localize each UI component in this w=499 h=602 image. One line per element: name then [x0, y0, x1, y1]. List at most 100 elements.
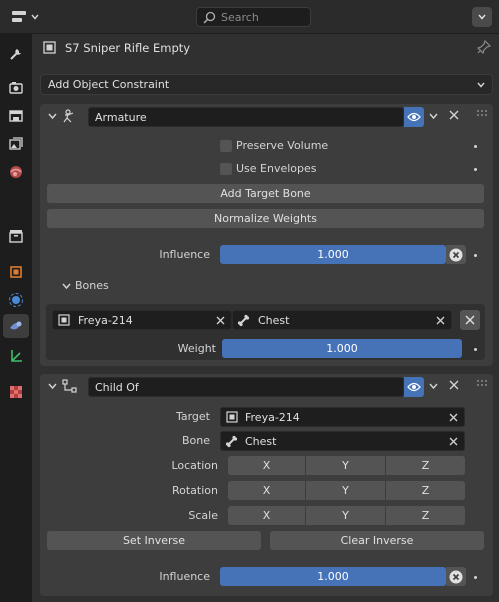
- collection-icon: [8, 228, 24, 244]
- bone-field[interactable]: Chest: [220, 431, 465, 451]
- rotation-x-toggle[interactable]: X: [228, 481, 305, 500]
- search-input[interactable]: Search: [196, 7, 311, 27]
- scale-z-toggle[interactable]: Z: [386, 506, 465, 525]
- set-inverse-button[interactable]: Set Inverse: [47, 531, 261, 550]
- clear-close-icon[interactable]: [216, 316, 225, 325]
- render-icon: [8, 80, 24, 96]
- clear-close-icon[interactable]: [449, 413, 458, 422]
- target-field[interactable]: Freya-214: [220, 407, 465, 427]
- eye-icon: [407, 382, 421, 392]
- influence-slider[interactable]: 1.000: [220, 245, 446, 264]
- clear-close-icon[interactable]: [449, 437, 458, 446]
- options-dropdown[interactable]: [472, 7, 492, 27]
- physics-icon: [8, 292, 24, 308]
- scale-y-toggle[interactable]: Y: [306, 506, 385, 525]
- location-label: Location: [171, 459, 218, 472]
- properties-header: Search: [0, 0, 499, 34]
- tab-view-layer[interactable]: [3, 132, 29, 156]
- weight-slider[interactable]: 1.000: [222, 339, 462, 358]
- location-y-toggle[interactable]: Y: [306, 456, 385, 475]
- object-icon: [8, 264, 24, 280]
- add-target-bone-button[interactable]: Add Target Bone: [47, 184, 484, 203]
- keyframe-dot[interactable]: [474, 254, 477, 257]
- armature-constraint-icon: [62, 109, 78, 123]
- toggle-visibility-button[interactable]: [404, 107, 424, 127]
- use-envelopes-label: Use Envelopes: [236, 162, 317, 175]
- rotation-label: Rotation: [171, 484, 218, 497]
- location-x-toggle[interactable]: X: [228, 456, 305, 475]
- tab-object-constraint[interactable]: [3, 314, 29, 338]
- search-icon: [203, 11, 216, 24]
- influence-slider[interactable]: 1.000: [220, 567, 446, 586]
- chevron-down-icon: [478, 14, 486, 20]
- remove-target-button[interactable]: [460, 310, 480, 330]
- disable-keep-transform-button[interactable]: [446, 245, 466, 264]
- bone-target-row: Freya-214 Chest Weight 1.000: [46, 304, 485, 360]
- tab-object[interactable]: [3, 260, 29, 284]
- preserve-volume-label: Preserve Volume: [236, 139, 329, 152]
- tool-icon: [8, 46, 24, 62]
- bone-subtarget-value: Chest: [258, 314, 290, 327]
- tab-output[interactable]: [3, 104, 29, 128]
- properties-tabs-sidebar: [0, 34, 32, 602]
- chevron-down-icon: [31, 14, 39, 20]
- tab-scene[interactable]: [3, 160, 29, 184]
- properties-editor-icon: [11, 10, 27, 24]
- bone-target-object-value: Freya-214: [78, 314, 133, 327]
- armature-constraint-panel: Armature Preserve Volume Use Envelopes A…: [40, 104, 493, 366]
- normalize-weights-button[interactable]: Normalize Weights: [47, 209, 484, 228]
- object-data-icon: [8, 348, 24, 364]
- chevron-down-icon: [477, 82, 485, 88]
- constraint-menu-chevron-icon[interactable]: [429, 113, 438, 120]
- keyframe-dot[interactable]: [474, 145, 477, 148]
- constraint-name-value: Armature: [95, 111, 147, 124]
- disable-keep-transform-button[interactable]: [446, 567, 466, 586]
- bone-subtarget-field[interactable]: Chest: [232, 310, 452, 330]
- object-title-row: S7 Sniper Rifle Empty: [40, 38, 491, 58]
- rotation-y-toggle[interactable]: Y: [306, 481, 385, 500]
- view-layer-icon: [8, 136, 24, 152]
- object-icon: [226, 411, 238, 423]
- bones-collapse-chevron-icon[interactable]: [62, 283, 71, 290]
- clear-close-icon[interactable]: [436, 316, 445, 325]
- collapse-chevron-icon[interactable]: [48, 113, 57, 120]
- drag-handle-icon[interactable]: [476, 109, 488, 119]
- collapse-chevron-icon[interactable]: [48, 383, 57, 390]
- rotation-z-toggle[interactable]: Z: [386, 481, 465, 500]
- target-label: Target: [175, 410, 210, 423]
- constraint-name-field[interactable]: Armature: [88, 107, 404, 127]
- editor-type-button[interactable]: [8, 7, 42, 27]
- location-z-toggle[interactable]: Z: [386, 456, 465, 475]
- child-of-constraint-icon: [62, 379, 78, 393]
- bone-icon: [225, 435, 238, 448]
- drag-handle-icon[interactable]: [476, 379, 488, 389]
- tab-object-data[interactable]: [3, 344, 29, 368]
- tab-collection[interactable]: [3, 224, 29, 248]
- delete-constraint-close-icon[interactable]: [449, 380, 459, 390]
- preserve-volume-checkbox[interactable]: [220, 140, 232, 152]
- delete-constraint-close-icon[interactable]: [449, 110, 459, 120]
- bone-value: Chest: [245, 435, 277, 448]
- scale-x-toggle[interactable]: X: [228, 506, 305, 525]
- bones-subpanel-title: Bones: [75, 279, 109, 292]
- constraint-name-value: Child Of: [95, 381, 139, 394]
- x-circle-icon: [449, 570, 463, 584]
- keyframe-dot[interactable]: [474, 576, 477, 579]
- keyframe-dot[interactable]: [474, 168, 477, 171]
- clear-inverse-button[interactable]: Clear Inverse: [270, 531, 484, 550]
- tab-physics[interactable]: [3, 288, 29, 312]
- tab-tool[interactable]: [3, 42, 29, 66]
- keyframe-dot[interactable]: [474, 348, 477, 351]
- output-icon: [8, 108, 24, 124]
- pin-icon[interactable]: [477, 40, 491, 54]
- close-icon: [465, 315, 475, 325]
- weight-label: Weight: [177, 342, 216, 355]
- use-envelopes-checkbox[interactable]: [220, 163, 232, 175]
- constraint-name-field[interactable]: Child Of: [88, 377, 404, 397]
- tab-texture[interactable]: [3, 380, 29, 404]
- constraint-menu-chevron-icon[interactable]: [429, 383, 438, 390]
- bone-target-object-field[interactable]: Freya-214: [52, 310, 232, 330]
- tab-render[interactable]: [3, 76, 29, 100]
- toggle-visibility-button[interactable]: [404, 377, 424, 397]
- add-object-constraint-dropdown[interactable]: Add Object Constraint: [40, 74, 493, 95]
